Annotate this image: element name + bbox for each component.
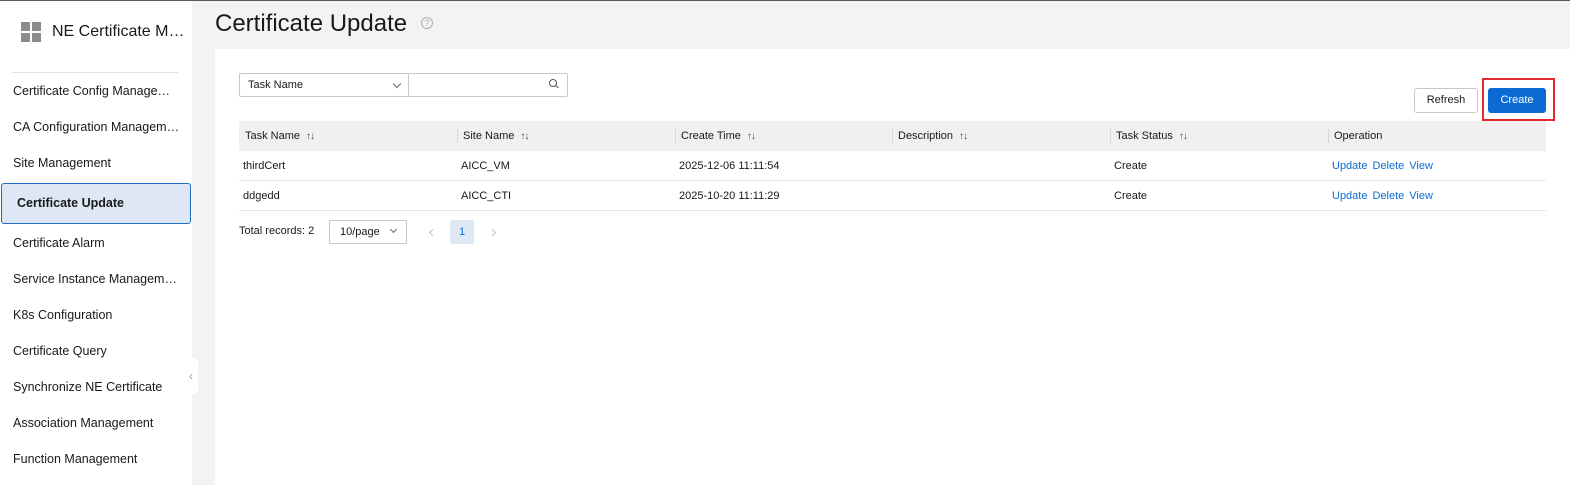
chevron-down-icon [389, 225, 398, 234]
sidebar-item-certificate-update[interactable]: Certificate Update [1, 183, 191, 224]
page-title: Certificate Update [215, 10, 408, 37]
next-page-button[interactable] [480, 220, 504, 244]
cell-task-name: ddgedd [243, 190, 280, 202]
update-link[interactable]: Update [1332, 190, 1367, 202]
view-link[interactable]: View [1409, 160, 1433, 172]
sidebar-item-certificate-alarm[interactable]: Certificate Alarm [0, 225, 180, 261]
pagination: Total records: 2 10/page 1 [239, 219, 639, 245]
page-number-current[interactable]: 1 [450, 220, 474, 244]
column-header-task-name[interactable]: Task Name ↑↓ [239, 121, 315, 152]
sidebar: NE Certificate Management Certificate Co… [0, 1, 192, 485]
column-header-create-time[interactable]: Create Time ↑↓ [675, 121, 756, 152]
sort-icon[interactable]: ↑↓ [1179, 122, 1188, 152]
cell-task-status: Create [1114, 160, 1148, 172]
delete-link[interactable]: Delete [1372, 160, 1404, 172]
cell-site-name: AICC_VM [461, 160, 510, 172]
update-link[interactable]: Update [1332, 160, 1367, 172]
column-header-site-name[interactable]: Site Name ↑↓ [457, 121, 529, 152]
chevron-left-icon [428, 228, 436, 237]
refresh-button[interactable]: Refresh [1414, 88, 1478, 113]
sidebar-item-function-management[interactable]: Function Management [0, 441, 180, 477]
help-icon[interactable]: ? [421, 17, 433, 29]
view-link[interactable]: View [1409, 190, 1433, 202]
search-icon[interactable] [549, 79, 559, 89]
page-size-value: 10/page [340, 226, 380, 238]
delete-link[interactable]: Delete [1372, 190, 1404, 202]
cell-create-time: 2025-12-06 11:11:54 [679, 160, 780, 172]
cell-task-name: thirdCert [243, 160, 286, 172]
prev-page-button[interactable] [420, 220, 444, 244]
table-header: Task Name ↑↓ Site Name ↑↓ Create Time ↑↓ De… [239, 121, 1546, 151]
sidebar-item-association-management[interactable]: Association Management [0, 405, 180, 441]
filter-field-select[interactable]: Task Name [239, 73, 409, 97]
cell-create-time: 2025-10-20 11:11:29 [679, 190, 780, 202]
sidebar-item-certificate-query[interactable]: Certificate Query [0, 333, 180, 369]
chevron-right-icon [488, 228, 496, 237]
sidebar-item-synchronize-ne-certificate[interactable]: Synchronize NE Certificate [0, 369, 180, 405]
page-size-select[interactable]: 10/page [329, 220, 407, 244]
table-row: thirdCert AICC_VM 2025-12-06 11:11:54 Cr… [239, 151, 1546, 181]
filter-field-value: Task Name [248, 79, 304, 91]
sort-icon[interactable]: ↑↓ [520, 122, 529, 152]
chevron-left-icon: ‹ [189, 369, 193, 383]
column-header-task-status[interactable]: Task Status ↑↓ [1110, 121, 1188, 152]
sort-icon[interactable]: ↑↓ [747, 122, 756, 152]
cell-operation: Update Delete View [1328, 181, 1438, 211]
sidebar-item-service-instance-management[interactable]: Service Instance Management [0, 261, 180, 297]
sidebar-nav: Certificate Config Management CA Configu… [0, 73, 192, 477]
sidebar-item-certificate-config-management[interactable]: Certificate Config Management [0, 73, 180, 109]
main-panel: Task Name Refresh Create Task Name ↑↓ Sit… [215, 49, 1570, 485]
create-button[interactable]: Create [1488, 88, 1546, 113]
sidebar-collapse-handle[interactable]: ‹ [184, 358, 198, 394]
cell-site-name: AICC_CTI [461, 190, 512, 202]
app-grid-icon[interactable] [21, 22, 41, 42]
sidebar-item-k8s-configuration[interactable]: K8s Configuration [0, 297, 180, 333]
app-header: NE Certificate Management [0, 1, 192, 63]
app-title: NE Certificate Management [52, 23, 188, 40]
cell-operation: Update Delete View [1328, 151, 1438, 181]
cell-task-status: Create [1114, 190, 1148, 202]
chevron-down-icon [392, 79, 402, 89]
sidebar-item-ca-configuration-management[interactable]: CA Configuration Management [0, 109, 180, 145]
window-top-border [0, 0, 1570, 1]
column-header-operation: Operation [1328, 121, 1382, 151]
sort-icon[interactable]: ↑↓ [306, 122, 315, 152]
table-row: ddgedd AICC_CTI 2025-10-20 11:11:29 Crea… [239, 181, 1546, 211]
column-header-description[interactable]: Description ↑↓ [892, 121, 968, 152]
search-input[interactable] [408, 73, 568, 97]
task-table: Task Name ↑↓ Site Name ↑↓ Create Time ↑↓ De… [239, 121, 1546, 211]
cell-description [892, 181, 896, 211]
sidebar-item-site-management[interactable]: Site Management [0, 145, 180, 181]
total-records: Total records: 2 [239, 225, 315, 237]
sort-icon[interactable]: ↑↓ [959, 122, 968, 152]
cell-description [892, 151, 896, 181]
